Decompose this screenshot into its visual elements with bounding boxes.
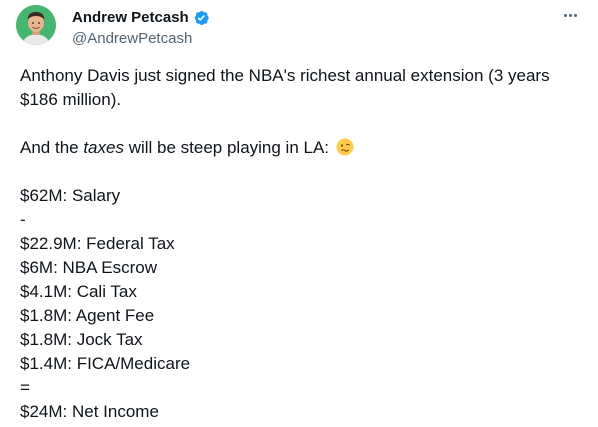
author-handle[interactable]: @AndrewPetcash xyxy=(72,29,210,49)
breakdown-net: $24M: Net Income xyxy=(20,402,159,421)
author-block: Andrew Petcash @AndrewPetcash xyxy=(72,8,210,49)
breakdown-federal: $22.9M: Federal Tax xyxy=(20,234,175,253)
more-options-icon[interactable] xyxy=(558,5,582,25)
avatar[interactable] xyxy=(16,5,56,45)
woozy-face-emoji xyxy=(336,138,354,156)
breakdown-minus: - xyxy=(20,210,26,229)
tweet-text: Anthony Davis just signed the NBA's rich… xyxy=(20,64,580,424)
taxes-line: And the taxes will be steep playing in L… xyxy=(20,136,580,160)
breakdown-agent: $1.8M: Agent Fee xyxy=(20,306,155,325)
avatar-image xyxy=(16,5,56,45)
intro-line-2: $186 million). xyxy=(20,90,122,109)
taxes-word: taxes xyxy=(83,138,124,157)
breakdown-escrow: $6M: NBA Escrow xyxy=(20,258,157,277)
breakdown-jock: $1.8M: Jock Tax xyxy=(20,330,143,349)
tweet-header: Andrew Petcash @AndrewPetcash xyxy=(16,5,582,49)
breakdown-equals: = xyxy=(20,378,30,397)
breakdown-cali: $4.1M: Cali Tax xyxy=(20,282,137,301)
breakdown-salary: $62M: Salary xyxy=(20,186,121,205)
verified-badge-icon[interactable] xyxy=(192,9,210,27)
tweet-card: Andrew Petcash @AndrewPetcash Anthony Da… xyxy=(0,0,598,427)
breakdown-fica: $1.4M: FICA/Medicare xyxy=(20,354,191,373)
name-row: Andrew Petcash xyxy=(72,8,210,28)
taxes-prefix: And the xyxy=(20,138,84,157)
display-name[interactable]: Andrew Petcash xyxy=(72,8,189,28)
intro-line-1: Anthony Davis just signed the NBA's rich… xyxy=(20,66,550,85)
taxes-suffix: will be steep playing in LA: xyxy=(123,138,330,157)
